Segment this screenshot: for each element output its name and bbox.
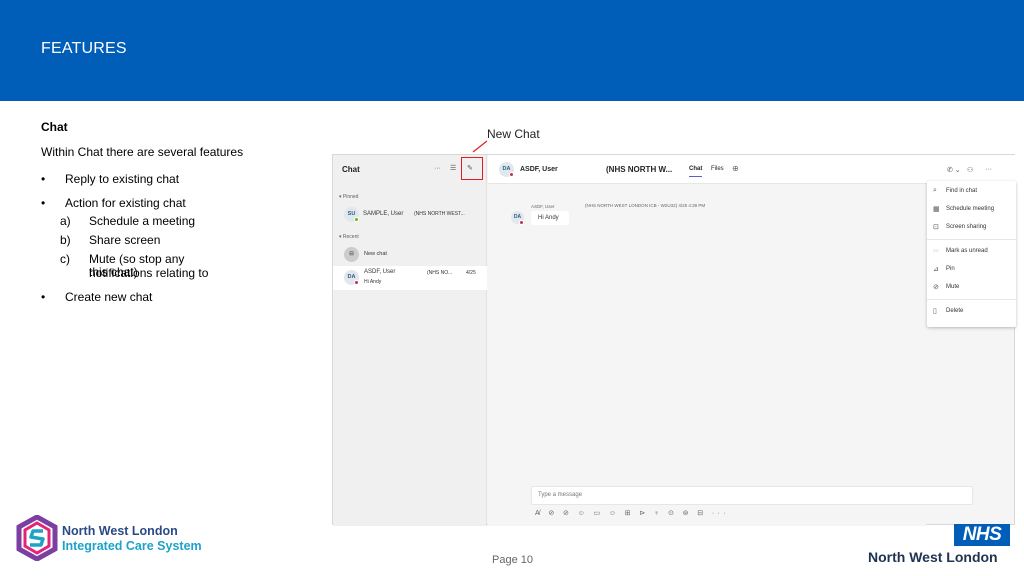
message-meta: (NHS NORTH WEST LONDON ICB - W2U32) 4/25… (585, 203, 706, 208)
features-text: Chat Within Chat there are several featu… (41, 120, 243, 309)
add-tab-icon[interactable]: ⊕ (732, 164, 739, 173)
bullet-item: • Reply to existing chat (41, 171, 180, 186)
presence-busy-icon (509, 172, 514, 177)
unread-icon: ◌◌ (933, 248, 939, 254)
presence-busy-icon (354, 280, 359, 285)
more-icon[interactable]: ··· (434, 165, 441, 172)
new-chat-callout-label: New Chat (487, 127, 540, 141)
chat-panel-title: Chat (342, 165, 360, 174)
menu-item-schedule-meeting[interactable]: ▦ Schedule meeting (927, 203, 1016, 217)
presence-available-icon (354, 217, 359, 222)
chat-context-menu: ⌕ Find in chat ▦ Schedule meeting ⊡ Screen … (927, 181, 1016, 327)
nhs-logo: NHS (954, 524, 1010, 546)
tab-files[interactable]: Files (711, 166, 724, 172)
filter-icon[interactable]: ☰ (450, 164, 456, 172)
message-sender: ASDF, User (531, 204, 555, 209)
new-chat-item[interactable]: ⊟ New chat (333, 246, 487, 264)
menu-item-mute[interactable]: ⊘ Mute (927, 281, 1016, 295)
menu-item-mark-as-unread[interactable]: ◌◌ Mark as unread (927, 245, 1016, 259)
sub-item: c) Mute (so stop any notifications relat… (60, 251, 209, 281)
recent-section-label: ▾ Recent (339, 234, 359, 240)
header-bar: FEATURES (0, 0, 1024, 101)
pinned-section-label: ▾ Pinned (339, 194, 359, 200)
chat-heading: Chat (41, 120, 68, 134)
bullet-item: • Action for existing chat (41, 195, 186, 210)
chat-item-pinned[interactable]: SU SAMPLE, User (NHS NORTH WEST... (333, 206, 487, 226)
chat-main-area: DA ASDF, User (NHS NORTH W... Chat Files… (488, 155, 1016, 526)
sub-item: b) Share screen (60, 232, 161, 247)
pin-icon: ⊿ (933, 266, 939, 273)
calendar-icon: ▦ (933, 206, 940, 213)
presence-busy-icon (519, 220, 524, 225)
more-options-icon[interactable]: ··· (985, 166, 992, 173)
menu-divider (927, 299, 1016, 300)
menu-divider (927, 239, 1016, 240)
nwl-ics-logo-text: North West London Integrated Care System (62, 524, 202, 553)
chat-contact-name: ASDF, User (520, 166, 558, 173)
sub-item: a) Schedule a meeting (60, 213, 196, 228)
nwl-logo-text: North West London (868, 549, 998, 565)
menu-item-delete[interactable]: ▯ Delete (927, 305, 1016, 319)
nwl-ics-logo-icon (16, 515, 58, 561)
chat-contact-org: (NHS NORTH W... (606, 165, 673, 174)
menu-item-pin[interactable]: ⊿ Pin (927, 263, 1016, 277)
add-people-icon[interactable]: ⚇ (967, 166, 973, 174)
message-compose-box[interactable]: Type a message (531, 486, 973, 505)
search-icon: ⌕ (933, 187, 937, 194)
intro-text: Within Chat there are several features (41, 145, 244, 160)
message-bubble[interactable]: Hi Andy (531, 211, 569, 225)
chat-top-bar: DA ASDF, User (NHS NORTH W... Chat Files… (488, 155, 1016, 184)
compose-toolbar[interactable]: A̸ ⊘ ⊘ ☺ ▭ ☺ ⊞ ⊳ ♀ ⊙ ⊚ ⊟ ··· (535, 509, 729, 517)
page-title: FEATURES (41, 40, 127, 57)
new-chat-avatar-icon: ⊟ (344, 247, 359, 262)
menu-item-screen-sharing[interactable]: ⊡ Screen sharing (927, 221, 1016, 235)
screen-share-icon: ⊡ (933, 224, 939, 231)
page-number: Page 10 (492, 554, 533, 566)
menu-item-find-in-chat[interactable]: ⌕ Find in chat (927, 185, 1016, 199)
trash-icon: ▯ (933, 308, 937, 315)
new-chat-highlight-box (461, 157, 483, 180)
mute-icon: ⊘ (933, 284, 939, 291)
bullet-item: • Create new chat (41, 289, 153, 304)
chat-item-recent[interactable]: DA ASDF, User (NHS NO... 4/25 Hi Andy (333, 266, 487, 290)
call-icon[interactable]: ✆ ⌄ (947, 166, 961, 174)
tab-chat[interactable]: Chat (689, 166, 703, 177)
teams-screenshot: Chat ··· ☰ ✎ ▾ Pinned SU SAMPLE, User (N… (332, 154, 1016, 526)
chat-list-panel: Chat ··· ☰ ✎ ▾ Pinned SU SAMPLE, User (N… (333, 155, 487, 526)
